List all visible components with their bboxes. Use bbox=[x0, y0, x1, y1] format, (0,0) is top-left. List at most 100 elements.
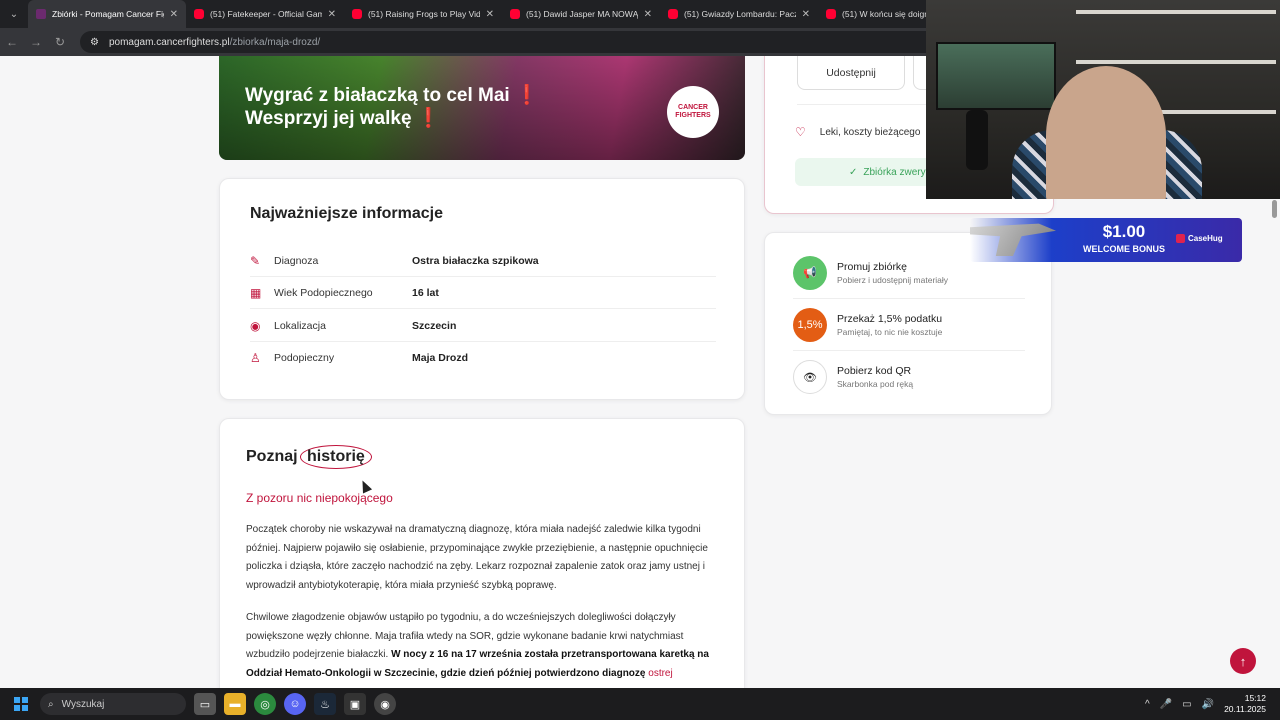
windows-start-icon[interactable] bbox=[14, 697, 28, 711]
hero-title: Wygrać z białaczką to cel Mai ❗ Wesprzyj… bbox=[245, 85, 539, 129]
action-subtitle: Skarbonka pod ręką bbox=[837, 379, 914, 389]
hero-banner: Wygrać z białaczką to cel Mai ❗ Wesprzyj… bbox=[219, 56, 745, 160]
tab-search-icon[interactable]: ⌄ bbox=[0, 0, 28, 28]
person-icon: ♙ bbox=[250, 351, 261, 365]
cancer-fighters-icon bbox=[36, 9, 46, 19]
action-item[interactable]: 👁 Pobierz kod QR Skarbonka pod ręką bbox=[793, 351, 1025, 403]
chrome-icon[interactable]: ◎ bbox=[254, 693, 276, 715]
youtube-icon bbox=[352, 9, 362, 19]
app-icon[interactable]: ▣ bbox=[344, 693, 366, 715]
tab-3[interactable]: (51) Dawid Jasper MA NOWĄ D ✕ bbox=[502, 0, 660, 28]
share-button[interactable]: Udostępnij bbox=[797, 56, 905, 90]
steam-icon[interactable]: ♨ bbox=[314, 693, 336, 715]
close-icon[interactable]: ✕ bbox=[328, 9, 336, 20]
heart-icon: ♡ bbox=[795, 125, 806, 139]
youtube-icon bbox=[826, 9, 836, 19]
taskbar-search[interactable]: ⌕ Wyszukaj bbox=[40, 693, 186, 715]
story-subtitle: Z pozoru nic niepokojącego bbox=[246, 491, 393, 505]
back-icon[interactable]: ← bbox=[0, 35, 24, 49]
obs-icon[interactable]: ◉ bbox=[374, 693, 396, 715]
tab-title: (51) Fatekeeper - Official Game bbox=[210, 9, 322, 19]
shelf bbox=[1076, 10, 1276, 14]
scroll-to-top-button[interactable]: ↑ bbox=[1230, 648, 1256, 674]
calendar-icon: ▦ bbox=[250, 285, 262, 300]
eye-icon: 👁 bbox=[793, 360, 827, 394]
webcam-overlay bbox=[926, 0, 1280, 199]
info-value: Ostra białaczka szpikowa bbox=[412, 254, 539, 267]
url-field[interactable]: ⚙ pomagam.cancerfighters.pl/zbiorka/maja… bbox=[80, 31, 960, 53]
clock[interactable]: 15:12 20.11.2025 bbox=[1224, 693, 1266, 715]
tab-title: (51) Raising Frogs to Play Vide bbox=[368, 9, 480, 19]
info-label: Wiek Podopiecznego bbox=[274, 286, 373, 299]
tabs-container: Zbiórki - Pomagam Cancer Fig ✕ (51) Fate… bbox=[28, 0, 976, 28]
info-value: 16 lat bbox=[412, 286, 439, 299]
percent-icon: 1,5% bbox=[793, 307, 827, 342]
action-title: Przekaż 1,5% podatku bbox=[837, 312, 943, 325]
action-title: Pobierz kod QR bbox=[837, 365, 912, 377]
key-info-title: Najważniejsze informacje bbox=[250, 205, 443, 222]
costs-row: ♡ Leki, koszty bieżącego bbox=[795, 125, 921, 139]
tab-title: Zbiórki - Pomagam Cancer Fig bbox=[52, 9, 164, 19]
site-info-icon[interactable]: ⚙ bbox=[90, 37, 99, 48]
key-info-card: Najważniejsze informacje ✎ Diagnoza Ostr… bbox=[219, 178, 745, 400]
action-subtitle: Pobierz i udostępnij materiały bbox=[837, 274, 949, 285]
tab-title: (51) Gwiazdy Lombardu: Paczk bbox=[684, 9, 796, 19]
action-item[interactable]: 1,5% Przekaż 1,5% podatku Pamiętaj, to n… bbox=[793, 299, 1025, 351]
info-value: Maja Drozd bbox=[412, 352, 469, 364]
close-icon[interactable]: ✕ bbox=[170, 9, 178, 20]
info-row: ✎ Diagnoza Ostra białaczka szpikowa bbox=[250, 245, 716, 277]
youtube-icon bbox=[194, 9, 204, 19]
info-row: ▦ Wiek Podopiecznego 16 lat bbox=[250, 277, 716, 309]
check-circle-icon: ✓ bbox=[849, 166, 858, 178]
casehug-logo-icon bbox=[1176, 234, 1185, 243]
reload-icon[interactable]: ↻ bbox=[48, 35, 72, 49]
info-label: Diagnoza bbox=[274, 254, 319, 267]
ad-amount: $1.00 bbox=[1102, 222, 1146, 241]
info-row: ◉ Lokalizacja Szczecin bbox=[250, 310, 716, 342]
ad-brand: CaseHug bbox=[1176, 234, 1223, 243]
close-icon[interactable]: ✕ bbox=[644, 9, 652, 20]
ad-text: WELCOME BONUS bbox=[1083, 244, 1165, 254]
info-row: ♙ Podopieczny Maja Drozd bbox=[250, 342, 716, 374]
story-title: Poznaj historię bbox=[246, 445, 372, 469]
story-card: Poznaj historię Z pozoru nic niepokojące… bbox=[219, 418, 745, 688]
shelf bbox=[1076, 60, 1276, 64]
info-value: Szczecin bbox=[412, 319, 457, 332]
youtube-icon bbox=[668, 9, 678, 19]
streamer-face bbox=[1046, 66, 1166, 199]
volume-icon[interactable]: 🔊 bbox=[1202, 699, 1214, 710]
task-view-icon[interactable]: ▭ bbox=[194, 693, 216, 715]
cancer-fighters-logo: CANCER FIGHTERS bbox=[667, 86, 719, 138]
youtube-icon bbox=[510, 9, 520, 19]
close-icon[interactable]: ✕ bbox=[486, 9, 494, 20]
tab-4[interactable]: (51) Gwiazdy Lombardu: Paczk ✕ bbox=[660, 0, 818, 28]
action-title: Promuj zbiórkę bbox=[837, 260, 908, 273]
story-paragraph: Chwilowe złagodzenie objawów ustąpiło po… bbox=[246, 612, 709, 679]
welcome-bonus-ad[interactable]: $1.00 WELCOME BONUS CaseHug bbox=[970, 218, 1242, 262]
tab-0[interactable]: Zbiórki - Pomagam Cancer Fig ✕ bbox=[28, 0, 186, 28]
taskbar: ⌕ Wyszukaj ▭ ▬ ◎ ☺ ♨ ▣ ◉ ^ 🎤 ▭ 🔊 15:12 2… bbox=[0, 688, 1280, 720]
info-label: Lokalizacja bbox=[274, 319, 326, 332]
pin-icon: ✎ bbox=[250, 253, 261, 268]
file-explorer-icon[interactable]: ▬ bbox=[224, 693, 246, 715]
search-icon: ⌕ bbox=[48, 698, 54, 710]
discord-icon[interactable]: ☺ bbox=[284, 693, 306, 715]
action-subtitle: Pamiętaj, to nic nie kosztuje bbox=[837, 326, 943, 337]
forward-icon[interactable]: → bbox=[24, 35, 48, 49]
microphone-icon[interactable]: 🎤 bbox=[1160, 699, 1172, 710]
network-icon[interactable]: ▭ bbox=[1182, 699, 1191, 710]
info-label: Podopieczny bbox=[274, 352, 335, 364]
megaphone-icon: 📢 bbox=[793, 255, 827, 290]
tab-2[interactable]: (51) Raising Frogs to Play Vide ✕ bbox=[344, 0, 502, 28]
scrollbar-thumb[interactable] bbox=[1272, 200, 1277, 218]
tab-1[interactable]: (51) Fatekeeper - Official Game ✕ bbox=[186, 0, 344, 28]
close-icon[interactable]: ✕ bbox=[802, 9, 810, 20]
tab-title: (51) Dawid Jasper MA NOWĄ D bbox=[526, 9, 638, 19]
location-icon: ◉ bbox=[250, 318, 261, 333]
system-tray: ^ 🎤 ▭ 🔊 15:12 20.11.2025 bbox=[1145, 688, 1266, 720]
url-text: pomagam.cancerfighters.pl/zbiorka/maja-d… bbox=[108, 36, 321, 48]
aquarium bbox=[936, 42, 1056, 110]
pistol-image bbox=[970, 223, 1056, 256]
chevron-up-icon[interactable]: ^ bbox=[1145, 699, 1150, 710]
microphone bbox=[966, 110, 988, 170]
